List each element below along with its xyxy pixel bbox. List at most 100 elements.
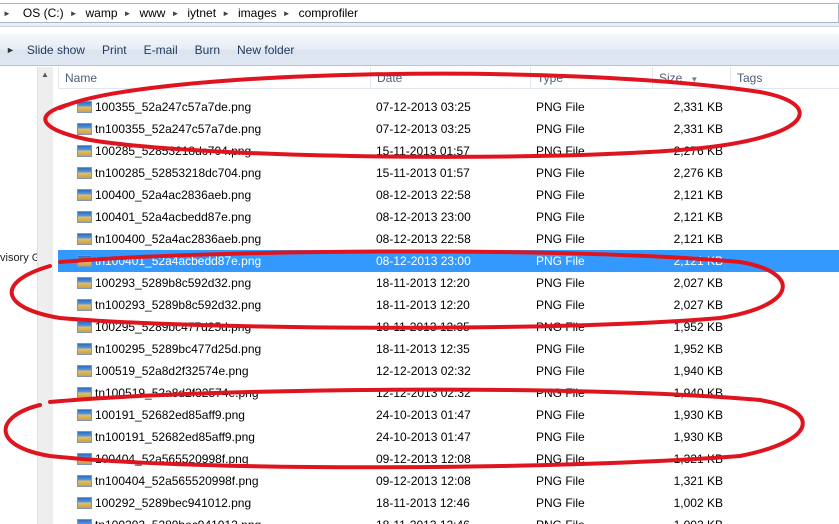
file-date: 12-12-2013 02:32 — [376, 386, 471, 400]
chevron-right-icon[interactable]: ► — [171, 9, 179, 18]
breadcrumb-item-iytnet[interactable]: iytnet ► — [184, 6, 235, 20]
breadcrumb-item-wamp[interactable]: wamp ► — [83, 6, 137, 20]
nav-item-label[interactable]: visory G — [0, 252, 40, 264]
file-row[interactable]: 100191_52682ed85aff9.png 24-10-2013 01:47… — [58, 404, 839, 426]
nav-scrollbar[interactable]: ▲ — [37, 67, 53, 524]
file-date: 08-12-2013 23:00 — [376, 210, 471, 224]
file-row[interactable]: tn100285_52853218dc704.png 15-11-2013 01:… — [58, 162, 839, 184]
file-row[interactable]: tn100404_52a565520998f.png 09-12-2013 12:… — [58, 470, 839, 492]
file-size: 1,930 KB — [673, 430, 723, 444]
column-header-tags[interactable]: Tags — [730, 67, 839, 89]
breadcrumb-item-comprofiler[interactable]: comprofiler — [296, 6, 361, 20]
file-size: 2,121 KB — [673, 188, 723, 202]
file-row[interactable]: 100404_52a565520998f.png 09-12-2013 12:08… — [58, 448, 839, 470]
file-type: PNG File — [536, 514, 585, 524]
file-name[interactable]: tn100285_52853218dc704.png — [95, 162, 261, 184]
file-name[interactable]: 100400_52a4ac2836aeb.png — [95, 184, 251, 206]
file-type: PNG File — [536, 144, 585, 158]
file-name[interactable]: 100401_52a4acbedd87e.png — [95, 206, 251, 228]
file-name[interactable]: 100285_52853218dc704.png — [95, 140, 251, 162]
column-header-date[interactable]: Date — [370, 67, 528, 89]
file-row[interactable]: 100519_52a8d2f32574e.png 12-12-2013 02:32… — [58, 360, 839, 382]
file-date: 18-11-2013 12:46 — [376, 496, 470, 510]
file-name[interactable]: 100519_52a8d2f32574e.png — [95, 360, 249, 382]
burn-button[interactable]: Burn — [195, 43, 220, 57]
file-row[interactable]: tn100292_5289bec941012.png 18-11-2013 12:… — [58, 514, 839, 524]
file-name[interactable]: tn100355_52a247c57a7de.png — [95, 118, 261, 140]
file-size: 2,121 KB — [673, 254, 723, 268]
file-row[interactable]: 100293_5289b8c592d32.png 18-11-2013 12:20… — [58, 272, 839, 294]
email-button[interactable]: E-mail — [144, 43, 178, 57]
file-row[interactable]: tn100355_52a247c57a7de.png 07-12-2013 03:… — [58, 118, 839, 140]
file-row[interactable]: 100355_52a247c57a7de.png 07-12-2013 03:25… — [58, 96, 839, 118]
png-file-icon — [77, 145, 92, 157]
breadcrumb-item-www[interactable]: www ► — [136, 6, 184, 20]
file-date: 08-12-2013 23:00 — [376, 254, 471, 268]
file-row[interactable]: tn100191_52682ed85aff9.png 24-10-2013 01:… — [58, 426, 839, 448]
file-row[interactable]: 100285_52853218dc704.png 15-11-2013 01:57… — [58, 140, 839, 162]
slide-show-button[interactable]: Slide show — [27, 43, 85, 57]
file-row[interactable]: 100292_5289bec941012.png 18-11-2013 12:46… — [58, 492, 839, 514]
column-header-row: Name Date Type Size ▼ Tags — [58, 67, 839, 89]
breadcrumb[interactable]: ► OS (C:) ► wamp ► www ► iytnet ► images ► co… — [0, 3, 839, 23]
png-file-icon — [77, 321, 92, 333]
breadcrumb-item-images[interactable]: images ► — [235, 6, 296, 20]
file-name[interactable]: tn100293_5289b8c592d32.png — [95, 294, 261, 316]
file-size: 2,027 KB — [673, 276, 723, 290]
file-row[interactable]: tn100401_52a4acbedd87e.png 08-12-2013 23:… — [58, 250, 839, 272]
chevron-right-icon: ► — [3, 8, 11, 18]
file-row[interactable]: 100400_52a4ac2836aeb.png 08-12-2013 22:58… — [58, 184, 839, 206]
file-row[interactable]: 100295_5289bc477d25d.png 18-11-2013 12:35… — [58, 316, 839, 338]
file-name[interactable]: 100293_5289b8c592d32.png — [95, 272, 251, 294]
chevron-right-icon[interactable]: ► — [6, 45, 15, 55]
file-name[interactable]: 100404_52a565520998f.png — [95, 448, 249, 470]
file-row[interactable]: 100401_52a4acbedd87e.png 08-12-2013 23:00… — [58, 206, 839, 228]
column-header-label: Tags — [737, 71, 763, 85]
file-row[interactable]: tn100400_52a4ac2836aeb.png 08-12-2013 22:… — [58, 228, 839, 250]
png-file-icon — [77, 123, 92, 135]
file-size: 2,331 KB — [673, 122, 723, 136]
breadcrumb-item-drive[interactable]: OS (C:) ► — [20, 6, 83, 20]
file-type: PNG File — [536, 386, 585, 400]
chevron-right-icon[interactable]: ► — [70, 9, 78, 18]
file-name[interactable]: tn100401_52a4acbedd87e.png — [95, 250, 261, 272]
scroll-up-arrow-icon[interactable]: ▲ — [41, 70, 49, 79]
chevron-right-icon[interactable]: ► — [283, 9, 291, 18]
navigation-pane[interactable]: visory G ▲ — [0, 67, 53, 524]
column-header-size[interactable]: Size ▼ — [652, 67, 728, 89]
file-name[interactable]: 100355_52a247c57a7de.png — [95, 96, 251, 118]
file-name[interactable]: tn100400_52a4ac2836aeb.png — [95, 228, 261, 250]
file-type: PNG File — [536, 342, 585, 356]
png-file-icon — [77, 277, 92, 289]
file-name[interactable]: tn100519_52a8d2f32574e.png — [95, 382, 259, 404]
png-file-icon — [77, 189, 92, 201]
file-date: 24-10-2013 01:47 — [376, 430, 471, 444]
file-size: 1,952 KB — [673, 342, 723, 356]
file-name[interactable]: tn100191_52682ed85aff9.png — [95, 426, 255, 448]
file-row[interactable]: tn100519_52a8d2f32574e.png 12-12-2013 02:… — [58, 382, 839, 404]
file-name[interactable]: 100191_52682ed85aff9.png — [95, 404, 245, 426]
breadcrumb-label: images — [237, 6, 277, 20]
png-file-icon — [77, 299, 92, 311]
file-date: 18-11-2013 12:20 — [376, 298, 470, 312]
file-size: 1,002 KB — [673, 496, 723, 510]
file-name[interactable]: tn100292_5289bec941012.png — [95, 514, 261, 524]
chevron-right-icon[interactable]: ► — [124, 9, 132, 18]
column-header-type[interactable]: Type — [530, 67, 650, 89]
file-name[interactable]: 100295_5289bc477d25d.png — [95, 316, 251, 338]
file-date: 12-12-2013 02:32 — [376, 364, 471, 378]
file-date: 15-11-2013 01:57 — [376, 144, 470, 158]
file-row[interactable]: tn100293_5289b8c592d32.png 18-11-2013 12:… — [58, 294, 839, 316]
breadcrumb-label: www — [139, 6, 166, 20]
file-row[interactable]: tn100295_5289bc477d25d.png 18-11-2013 12:… — [58, 338, 839, 360]
chevron-right-icon[interactable]: ► — [222, 9, 230, 18]
print-button[interactable]: Print — [102, 43, 127, 57]
file-name[interactable]: 100292_5289bec941012.png — [95, 492, 251, 514]
file-name[interactable]: tn100404_52a565520998f.png — [95, 470, 259, 492]
file-size: 1,952 KB — [673, 320, 723, 334]
png-file-icon — [77, 519, 92, 524]
breadcrumb-chevron[interactable]: ► — [0, 9, 20, 18]
new-folder-button[interactable]: New folder — [237, 43, 294, 57]
column-header-name[interactable]: Name — [58, 67, 368, 89]
file-name[interactable]: tn100295_5289bc477d25d.png — [95, 338, 261, 360]
